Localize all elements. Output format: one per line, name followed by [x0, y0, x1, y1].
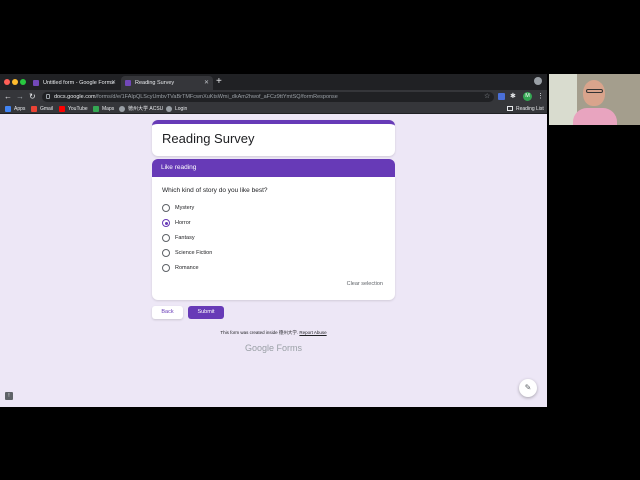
section-header: Like reading	[152, 159, 395, 177]
tab-reading-survey[interactable]: Reading Survey ✕	[121, 76, 213, 90]
address-bar[interactable]: docs.google.com/forms/d/e/1FAIpQLScyUmbv…	[42, 91, 494, 102]
radio-button[interactable]	[162, 249, 170, 257]
reload-icon[interactable]: ↻	[29, 91, 36, 102]
webcam-person-glasses	[586, 89, 603, 93]
tab-label: Untitled form - Google Forms	[43, 80, 114, 86]
reading-list-label: Reading List	[516, 105, 544, 112]
url-host: docs.google.com	[54, 93, 96, 100]
option-science-fiction[interactable]: Science Fiction	[162, 248, 212, 258]
toolbar: ← → ↻ docs.google.com/forms/d/e/1FAIpQLS…	[0, 90, 547, 103]
webcam-video	[549, 74, 640, 125]
option-fantasy[interactable]: Fantasy	[162, 233, 195, 243]
new-tab-plus-icon[interactable]: +	[216, 76, 222, 88]
bookmark-label: Gmail	[40, 105, 54, 112]
radio-button[interactable]	[162, 264, 170, 272]
browser-window: Untitled form - Google Forms ✕ Reading S…	[0, 74, 547, 407]
globe-icon	[166, 105, 172, 112]
bookmark-label: Maps	[102, 105, 115, 112]
maximize-window-button[interactable]	[20, 79, 26, 85]
globe-icon	[119, 105, 125, 112]
back-button[interactable]: Back	[152, 306, 183, 319]
option-horror[interactable]: Horror	[162, 218, 191, 228]
puzzle-extensions-icon[interactable]: ✱	[510, 93, 517, 100]
edit-pencil-icon[interactable]: ✎	[519, 379, 537, 397]
extension-icon[interactable]	[498, 93, 505, 100]
tab-untitled-form[interactable]: Untitled form - Google Forms ✕	[29, 76, 120, 90]
google-forms-icon	[33, 80, 39, 86]
form-page: Reading Survey Like reading Which kind o…	[0, 114, 547, 407]
back-arrow-icon[interactable]: ←	[4, 91, 12, 102]
forward-arrow-icon[interactable]: →	[16, 91, 24, 102]
gmail-icon	[31, 105, 37, 112]
clear-selection-button[interactable]: Clear selection	[347, 281, 383, 287]
report-abuse-link[interactable]: Report Abuse	[299, 330, 326, 335]
footer-text: This form was created inside 徳州大学.	[220, 330, 299, 335]
screen: Untitled form - Google Forms ✕ Reading S…	[0, 0, 640, 480]
bookmark-maps[interactable]: Maps	[93, 103, 114, 114]
tab-search-icon[interactable]	[534, 77, 542, 85]
apps-grid-icon	[5, 105, 11, 112]
question-text: Which kind of story do you like best?	[162, 187, 268, 194]
bookmark-label: Apps	[14, 105, 26, 112]
minimize-window-button[interactable]	[12, 79, 18, 85]
google-forms-icon	[125, 80, 131, 86]
tab-label: Reading Survey	[135, 80, 175, 86]
bookmark-label: YouTube	[68, 105, 88, 112]
option-label: Fantasy	[175, 235, 195, 241]
option-label: Horror	[175, 220, 191, 226]
reading-list-button[interactable]: Reading List	[507, 103, 544, 114]
option-label: Science Fiction	[175, 250, 213, 256]
bookmark-youtube[interactable]: YouTube	[59, 103, 88, 114]
title-card: Reading Survey	[152, 120, 395, 156]
option-label: Mystery	[175, 205, 195, 211]
submit-button[interactable]: Submit	[188, 306, 224, 319]
bookmark-login[interactable]: Login	[166, 103, 187, 114]
bookmark-gmail[interactable]: Gmail	[31, 103, 53, 114]
option-label: Romance	[175, 265, 199, 271]
reading-list-icon	[507, 106, 513, 111]
report-issue-icon[interactable]: !	[5, 392, 13, 400]
lock-icon	[46, 93, 50, 99]
close-window-button[interactable]	[4, 79, 10, 85]
bookmark-apps[interactable]: Apps	[5, 103, 25, 114]
google-forms-logo: Google Forms	[244, 343, 303, 353]
url-path: /forms/d/e/1FAIpQLScyUmbvTVaBrTMFcwnXuKt…	[95, 93, 338, 100]
maps-pin-icon	[93, 105, 99, 112]
tab-bar: Untitled form - Google Forms ✕ Reading S…	[0, 74, 547, 90]
webcam-person-shirt	[573, 108, 617, 125]
radio-button[interactable]	[162, 234, 170, 242]
bookmark-star-icon[interactable]: ☆	[484, 91, 490, 102]
radio-button[interactable]	[162, 204, 170, 212]
webcam-person-head	[583, 80, 605, 106]
bookmark-acsu[interactable]: 徳州大学 ACSU	[119, 103, 163, 114]
radio-button-selected[interactable]	[162, 219, 170, 227]
option-romance[interactable]: Romance	[162, 263, 199, 273]
form-title: Reading Survey	[162, 131, 255, 146]
chrome-menu-icon[interactable]: ⋮	[537, 91, 544, 102]
form-footer: This form was created inside 徳州大学. Repor…	[152, 330, 395, 336]
close-tab-icon[interactable]: ✕	[204, 79, 209, 86]
bookmark-label: 徳州大学 ACSU	[128, 106, 164, 112]
question-card: Which kind of story do you like best? My…	[152, 177, 395, 300]
profile-avatar[interactable]: M	[523, 92, 532, 101]
youtube-icon	[59, 105, 65, 112]
bookmarks-bar: Apps Gmail YouTube Maps 徳州大学 ACSU Login	[0, 103, 547, 114]
bookmark-label: Login	[175, 105, 188, 112]
option-mystery[interactable]: Mystery	[162, 203, 194, 213]
close-tab-icon[interactable]: ✕	[111, 79, 116, 86]
